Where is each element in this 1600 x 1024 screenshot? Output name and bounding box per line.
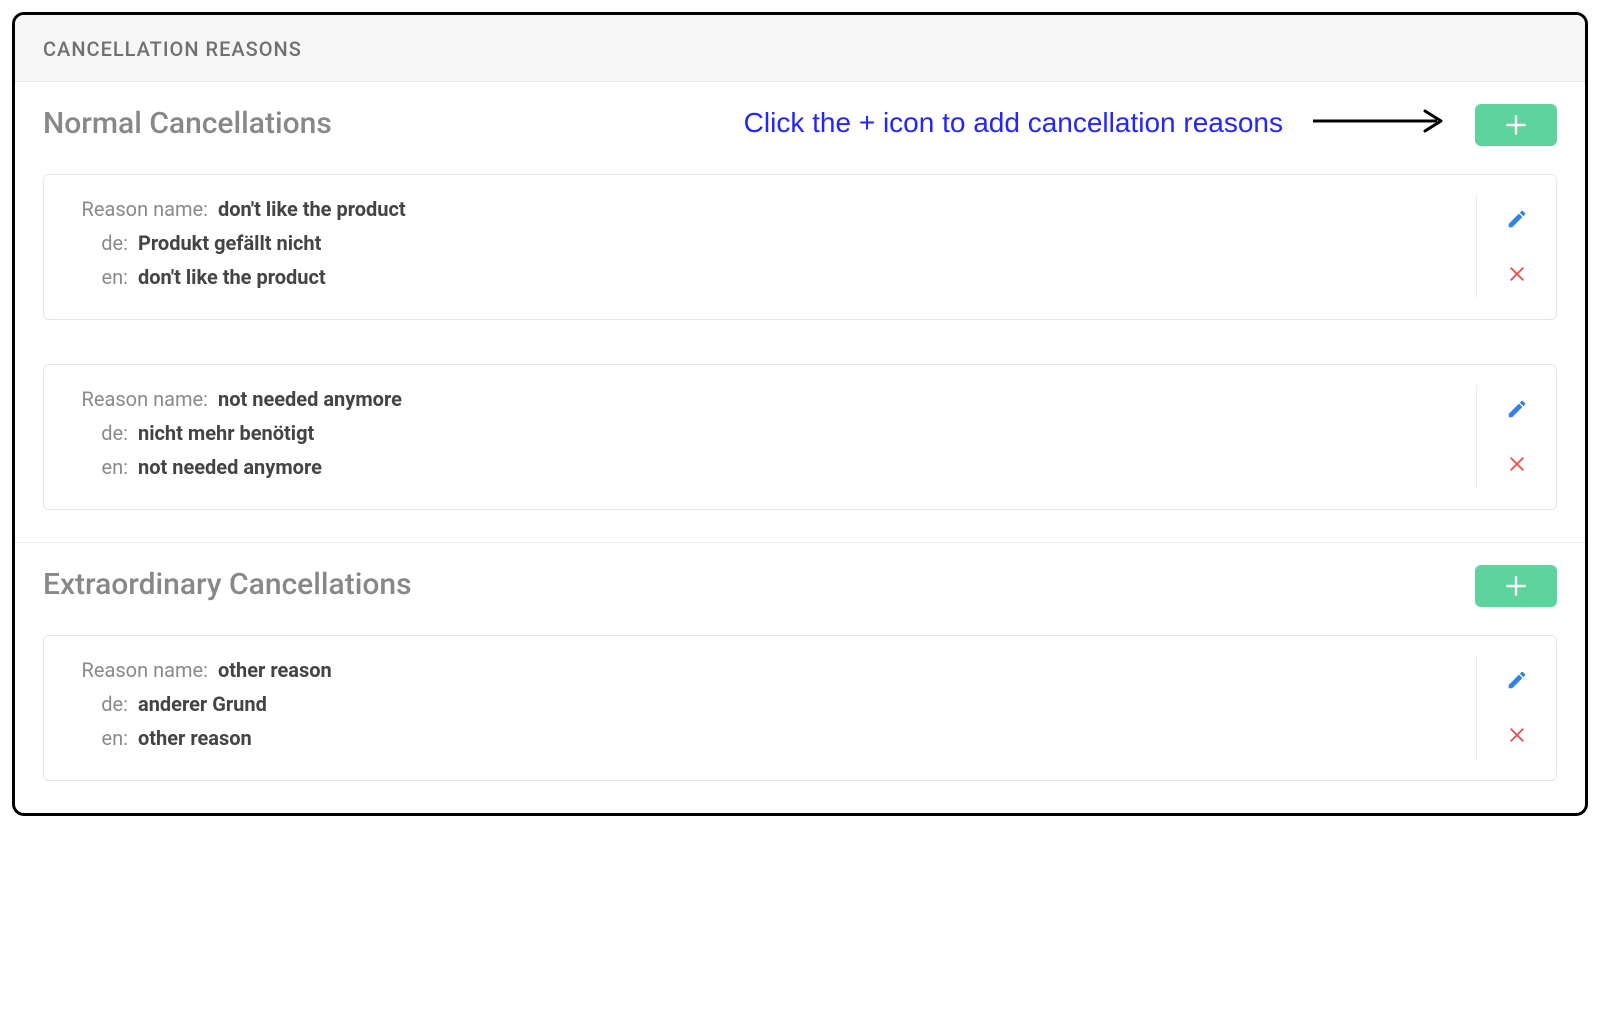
section-header-right: Click the + icon to add cancellation rea… (332, 100, 1557, 146)
reason-card: Reason name:don't like the productde:Pro… (43, 174, 1557, 320)
reason-card: Reason name:other reasonde:anderer Grund… (43, 635, 1557, 781)
panel-title: CANCELLATION REASONS (43, 37, 1557, 61)
plus-icon (1503, 573, 1529, 599)
arrow-right-icon (1309, 106, 1449, 140)
pencil-icon (1506, 669, 1528, 694)
close-icon (1507, 264, 1527, 287)
reason-body: Reason name:don't like the productde:Pro… (44, 175, 1476, 319)
help-annotation-text: Click the + icon to add cancellation rea… (744, 105, 1283, 141)
section-title: Extraordinary Cancellations (43, 567, 412, 602)
cancellation-section: Normal Cancellations Click the + icon to … (15, 82, 1585, 543)
reason-body: Reason name:other reasonde:anderer Grund… (44, 636, 1476, 780)
pencil-icon (1506, 398, 1528, 423)
close-icon (1507, 454, 1527, 477)
reason-de-value: Produkt gefällt nicht (138, 231, 321, 255)
section-header: Normal Cancellations Click the + icon to … (43, 100, 1557, 146)
reason-row: Reason name:not needed anymore (68, 387, 1452, 411)
reason-en-value: other reason (138, 726, 252, 750)
delete-reason-button[interactable] (1505, 262, 1529, 289)
reason-row: en:other reason (68, 726, 1452, 750)
reason-name-label: Reason name: (68, 197, 218, 221)
reason-row: Reason name:don't like the product (68, 197, 1452, 221)
reason-en-label: en: (68, 265, 138, 289)
reason-de-label: de: (68, 231, 138, 255)
add-reason-button[interactable] (1475, 565, 1557, 607)
reason-card: Reason name:not needed anymorede:nicht m… (43, 364, 1557, 510)
reason-actions (1476, 656, 1556, 760)
reason-row: Reason name:other reason (68, 658, 1452, 682)
reason-name-value: not needed anymore (218, 387, 402, 411)
reason-de-value: nicht mehr benötigt (138, 421, 314, 445)
reason-name-value: other reason (218, 658, 332, 682)
reason-en-value: not needed anymore (138, 455, 322, 479)
edit-reason-button[interactable] (1504, 206, 1530, 235)
reason-row: de:nicht mehr benötigt (68, 421, 1452, 445)
delete-reason-button[interactable] (1505, 452, 1529, 479)
reason-row: en:not needed anymore (68, 455, 1452, 479)
reason-name-value: don't like the product (218, 197, 406, 221)
panel-header: CANCELLATION REASONS (15, 15, 1585, 82)
reason-de-label: de: (68, 421, 138, 445)
delete-reason-button[interactable] (1505, 723, 1529, 750)
cancellation-reasons-panel: CANCELLATION REASONS Normal Cancellation… (12, 12, 1588, 816)
reason-name-label: Reason name: (68, 387, 218, 411)
reason-row: de:Produkt gefällt nicht (68, 231, 1452, 255)
reason-de-label: de: (68, 692, 138, 716)
reason-actions (1476, 385, 1556, 489)
reason-body: Reason name:not needed anymorede:nicht m… (44, 365, 1476, 509)
close-icon (1507, 725, 1527, 748)
reason-name-label: Reason name: (68, 658, 218, 682)
edit-reason-button[interactable] (1504, 667, 1530, 696)
edit-reason-button[interactable] (1504, 396, 1530, 425)
reason-en-label: en: (68, 455, 138, 479)
reason-actions (1476, 195, 1556, 299)
plus-icon (1503, 112, 1529, 138)
add-reason-button[interactable] (1475, 104, 1557, 146)
section-title: Normal Cancellations (43, 106, 332, 141)
reason-en-label: en: (68, 726, 138, 750)
pencil-icon (1506, 208, 1528, 233)
cancellation-section: Extraordinary CancellationsReason name:o… (15, 543, 1585, 813)
section-header: Extraordinary Cancellations (43, 561, 1557, 607)
reason-de-value: anderer Grund (138, 692, 267, 716)
reason-en-value: don't like the product (138, 265, 326, 289)
reason-row: de:anderer Grund (68, 692, 1452, 716)
section-header-right (412, 561, 1557, 607)
reason-row: en:don't like the product (68, 265, 1452, 289)
